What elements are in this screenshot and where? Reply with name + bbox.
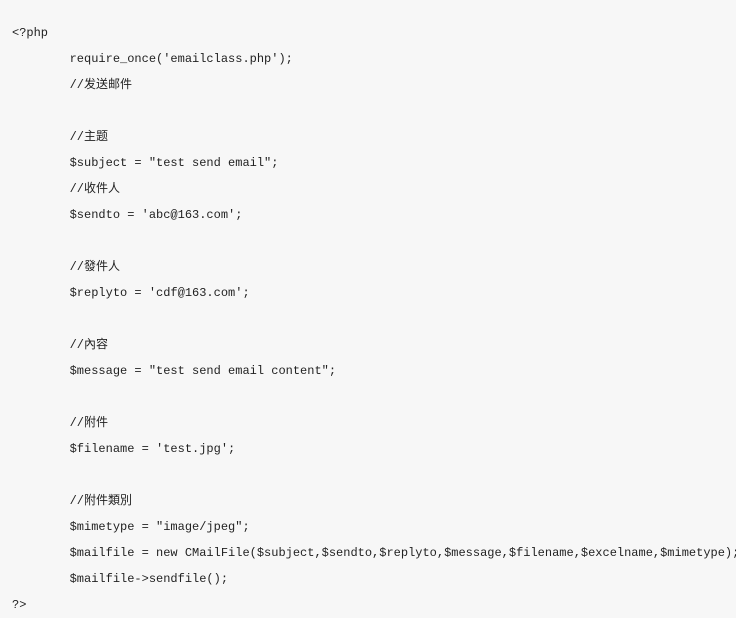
php-code-block: <?php require_once('emailclass.php'); //…	[0, 12, 736, 573]
